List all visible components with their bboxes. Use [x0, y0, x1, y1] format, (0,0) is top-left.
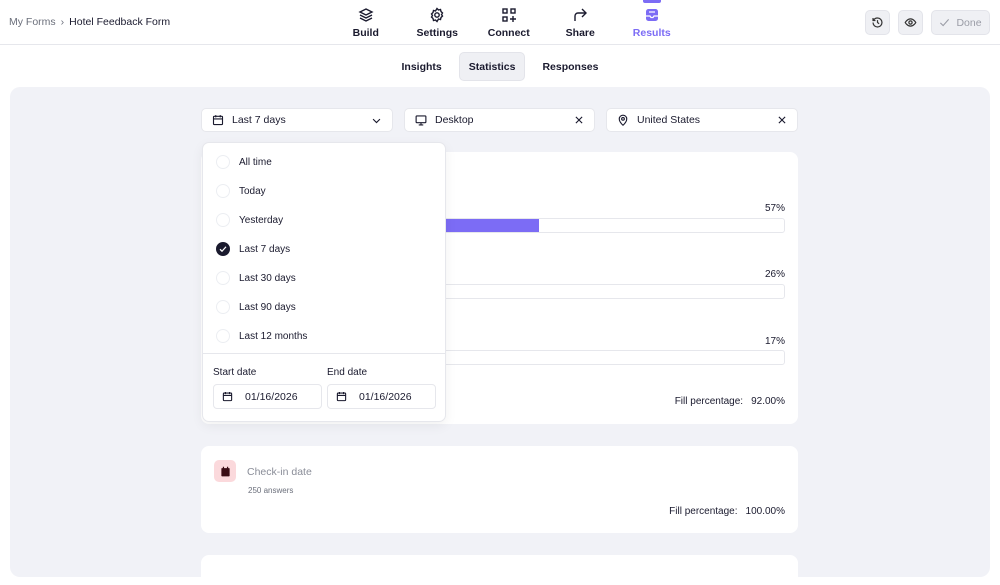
inbox-icon	[645, 9, 658, 21]
calendar-icon	[222, 392, 233, 402]
fill-percentage-label: Fill percentage:	[669, 506, 738, 517]
preview-button[interactable]	[898, 10, 923, 35]
nav-share[interactable]: Share	[545, 0, 617, 45]
option-label: Last 90 days	[239, 301, 296, 313]
end-date-input[interactable]: 01/16/2026	[327, 384, 436, 409]
fill-percentage-value: 92.00%	[751, 396, 785, 407]
option-label: Last 30 days	[239, 272, 296, 284]
question-card	[201, 555, 798, 585]
start-date-label: Start date	[213, 367, 257, 378]
fill-percentage-label: Fill percentage:	[674, 396, 744, 407]
device-filter-value: Desktop	[435, 114, 474, 126]
fill-percentage: Fill percentage: 100.00%	[669, 506, 785, 517]
location-filter[interactable]: United States	[606, 108, 798, 132]
nav-connect[interactable]: Connect	[473, 0, 545, 45]
option-label: Last 7 days	[239, 243, 291, 255]
done-button[interactable]: Done	[931, 10, 990, 35]
answer-count: 250 answers	[248, 486, 294, 495]
option-label: Yesterday	[239, 214, 284, 226]
nav-settings[interactable]: Settings	[402, 0, 474, 45]
end-date-value: 01/16/2026	[359, 390, 412, 403]
fill-percentage: Fill percentage: 92.00%	[675, 396, 785, 407]
radio-checked[interactable]	[216, 242, 230, 256]
calendar-icon	[336, 392, 347, 402]
nav-build[interactable]: Build	[330, 0, 402, 45]
radio[interactable]	[216, 300, 230, 314]
map-pin-icon	[618, 114, 628, 126]
calendar-icon	[220, 466, 230, 476]
result-tabs: Insights Statistics Responses	[0, 52, 1000, 81]
radio[interactable]	[216, 184, 230, 198]
tab-responses[interactable]: Responses	[533, 52, 607, 81]
option-label: Today	[239, 185, 266, 197]
done-label: Done	[956, 16, 982, 29]
eye-icon	[904, 18, 917, 27]
nav-results[interactable]: Results	[616, 0, 688, 45]
nav-label: Share	[565, 27, 595, 39]
desktop-icon	[415, 115, 427, 126]
start-date-value: 01/16/2026	[245, 390, 298, 403]
tab-statistics[interactable]: Statistics	[458, 52, 526, 81]
nav-label: Connect	[487, 27, 530, 39]
radio[interactable]	[216, 213, 230, 227]
option-yesterday[interactable]: Yesterday	[216, 213, 283, 227]
nav-label: Build	[352, 27, 379, 39]
check-icon	[219, 246, 227, 253]
bar-percent: 26%	[764, 269, 785, 280]
date-question-icon	[214, 460, 236, 482]
option-last-30-days[interactable]: Last 30 days	[216, 271, 296, 285]
bar-percent: 57%	[764, 203, 785, 214]
radio[interactable]	[216, 155, 230, 169]
radio[interactable]	[216, 329, 230, 343]
end-date-label: End date	[327, 367, 368, 378]
date-range-menu: All time Today Yesterday Last 7 days Las…	[202, 142, 446, 422]
date-filter-value: Last 7 days	[232, 114, 286, 126]
start-date-input[interactable]: 01/16/2026	[213, 384, 322, 409]
calendar-icon	[212, 115, 224, 126]
breadcrumb-my-forms[interactable]: My Forms	[9, 16, 56, 28]
option-today[interactable]: Today	[216, 184, 266, 198]
fill-percentage-value: 100.00%	[745, 506, 785, 517]
top-bar: My Forms › Hotel Feedback Form Build Set…	[0, 0, 1000, 45]
gear-icon	[430, 7, 444, 23]
breadcrumb-separator: ›	[60, 16, 65, 28]
bar-percent: 17%	[764, 336, 785, 347]
option-all-time[interactable]: All time	[216, 155, 272, 169]
tab-insights[interactable]: Insights	[393, 52, 451, 81]
nav-label: Results	[632, 27, 671, 39]
close-icon[interactable]	[574, 115, 584, 125]
breadcrumb-current: Hotel Feedback Form	[69, 16, 171, 28]
chevron-down-icon	[372, 118, 381, 123]
divider	[203, 353, 445, 354]
option-last-90-days[interactable]: Last 90 days	[216, 300, 296, 314]
close-icon[interactable]	[777, 115, 787, 125]
radio[interactable]	[216, 271, 230, 285]
date-filter[interactable]: Last 7 days	[201, 108, 393, 132]
option-label: All time	[239, 156, 272, 168]
nav-label: Settings	[416, 27, 458, 39]
breadcrumb: My Forms › Hotel Feedback Form	[9, 16, 170, 28]
layers-icon	[358, 8, 374, 22]
main-nav: Build Settings Connect Share Results	[330, 0, 688, 45]
option-label: Last 12 months	[239, 330, 308, 342]
history-button[interactable]	[865, 10, 890, 35]
history-icon	[872, 17, 883, 28]
device-filter[interactable]: Desktop	[404, 108, 595, 132]
share-icon	[574, 8, 588, 21]
connect-icon	[502, 8, 516, 22]
question-card-check-in: Check-in date 250 answers Fill percentag…	[201, 446, 798, 533]
location-filter-value: United States	[637, 114, 701, 126]
check-icon	[940, 19, 950, 27]
option-last-12-months[interactable]: Last 12 months	[216, 329, 307, 343]
option-last-7-days[interactable]: Last 7 days	[216, 242, 290, 256]
question-title: Check-in date	[247, 466, 312, 478]
